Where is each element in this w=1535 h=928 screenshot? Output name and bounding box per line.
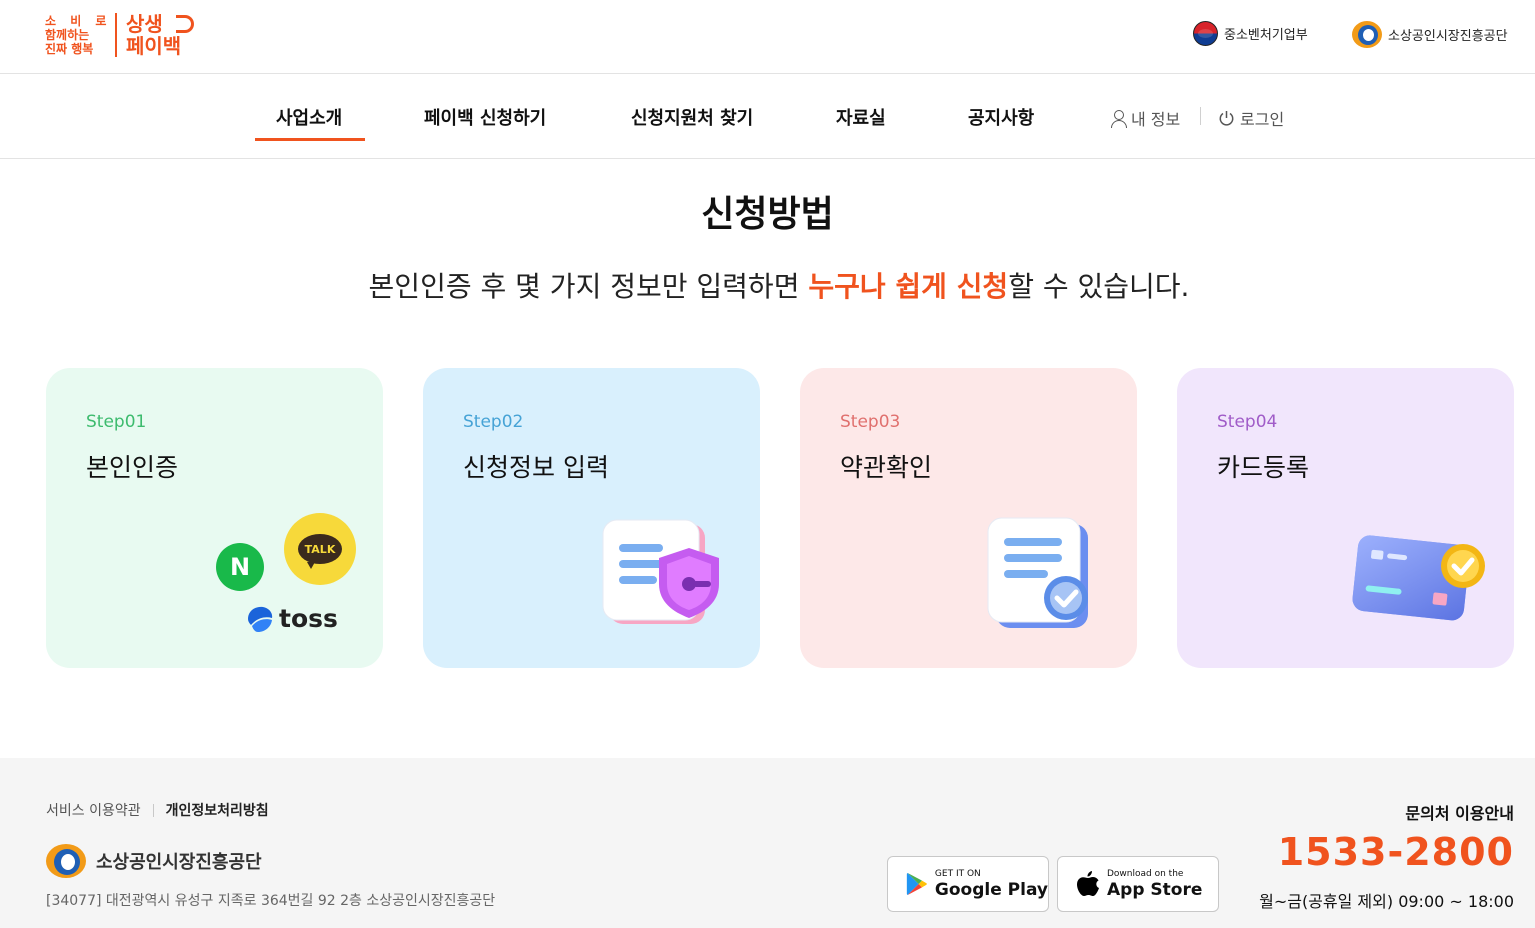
- semas-logo-icon: [46, 844, 86, 878]
- contact-title: 문의처 이용안내: [1405, 804, 1514, 823]
- subtitle-highlight: 누구나 쉽게 신청: [808, 270, 1009, 303]
- logo-divider: [115, 13, 117, 57]
- step-title: 본인인증: [86, 453, 179, 482]
- toss-logo: toss: [245, 604, 338, 633]
- privacy-policy-link[interactable]: 개인정보처리방침: [166, 800, 269, 820]
- nav-item-business-intro[interactable]: 사업소개: [276, 104, 342, 130]
- credit-card-icon: [1352, 535, 1485, 621]
- partner-mss-link[interactable]: 중소벤처기업부: [1193, 21, 1308, 46]
- nav-item-support-finder[interactable]: 신청지원처 찾기: [631, 104, 753, 130]
- kakaotalk-icon: TALK: [284, 513, 356, 585]
- step-card-4: Step04 카드등록: [1177, 368, 1514, 668]
- logo-slogan-line3: 진짜 행복: [45, 42, 94, 56]
- main-nav: 사업소개 페이백 신청하기 신청지원처 찾기 자료실 공지사항 내 정보 로그인: [0, 74, 1535, 159]
- page-subtitle: 본인인증 후 몇 가지 정보만 입력하면 누구나 쉽게 신청할 수 있습니다.: [0, 265, 1535, 305]
- footer-org: 소상공인시장진흥공단: [46, 844, 262, 878]
- logo-slogan-line2: 함께하는: [45, 28, 90, 42]
- footer-address: [34077] 대전광역시 유성구 지족로 364번길 92 2층 소상공인시장…: [46, 893, 496, 909]
- my-info-link[interactable]: 내 정보: [1110, 106, 1180, 130]
- subtitle-text-end: 할 수 있습니다.: [1008, 270, 1190, 303]
- footer-link-divider: [152, 803, 154, 817]
- google-play-label: Google Play: [934, 879, 1048, 900]
- top-bar: 소 비 로 함께하는 진짜 행복 상생 페이백 중소벤처기업부 소상공인시장진흥…: [0, 0, 1535, 74]
- google-play-small-label: GET IT ON: [934, 868, 981, 879]
- step-number: Step04: [1217, 412, 1278, 432]
- google-play-button[interactable]: GET IT ON Google Play: [887, 856, 1049, 912]
- step-card-2: Step02 신청정보 입력: [423, 368, 760, 668]
- toss-icon: [248, 606, 273, 632]
- partner-semas-link[interactable]: 소상공인시장진흥공단: [1352, 21, 1508, 48]
- document-shield-icon: [602, 519, 719, 624]
- step-number: Step02: [463, 412, 524, 432]
- toss-wordmark: toss: [279, 604, 338, 633]
- nav-item-payback-apply[interactable]: 페이백 신청하기: [424, 104, 546, 130]
- apple-icon: [1077, 871, 1099, 896]
- naver-icon: N: [216, 543, 264, 591]
- app-store-label: App Store: [1107, 879, 1203, 900]
- login-link[interactable]: 로그인: [1218, 106, 1284, 130]
- logo-wordmark-line2: 페이백: [126, 34, 182, 58]
- google-play-icon: [906, 873, 927, 895]
- footer-org-name: 소상공인시장진흥공단: [96, 852, 262, 873]
- nav-item-notices[interactable]: 공지사항: [968, 104, 1034, 130]
- logo-wordmark: 상생 페이백: [126, 12, 194, 58]
- logo-wordmark-line1: 상생: [126, 12, 163, 36]
- partner-semas-label: 소상공인시장진흥공단: [1388, 29, 1508, 44]
- nav-item-resources[interactable]: 자료실: [836, 104, 886, 130]
- partner-mss-label: 중소벤처기업부: [1224, 28, 1308, 43]
- step-number: Step01: [86, 412, 147, 432]
- semas-logo-icon: [1352, 21, 1382, 48]
- page-title: 신청방법: [701, 194, 834, 235]
- step-title: 카드등록: [1217, 453, 1310, 482]
- contact-hours: 월~금(공휴일 제외) 09:00 ~ 18:00: [1259, 892, 1514, 911]
- taegeuk-icon: [1193, 21, 1218, 46]
- nav-active-indicator: [255, 138, 365, 141]
- nav-divider: [1200, 107, 1201, 125]
- terms-link[interactable]: 서비스 이용약관: [46, 800, 141, 820]
- contact-phone[interactable]: 1533-2800: [1278, 830, 1514, 874]
- kakaotalk-bubble-label: TALK: [298, 534, 342, 569]
- footer: 서비스 이용약관 개인정보처리방침 소상공인시장진흥공단 [34077] 대전광…: [0, 758, 1535, 928]
- person-icon: [1110, 109, 1127, 128]
- site-logo[interactable]: 소 비 로 함께하는 진짜 행복 상생 페이백: [45, 10, 194, 60]
- step-number: Step03: [840, 412, 901, 432]
- my-info-label: 내 정보: [1131, 110, 1181, 129]
- step-card-1: Step01 본인인증 N TALK toss: [46, 368, 383, 668]
- document-check-icon: [987, 517, 1088, 628]
- subtitle-text: 본인인증 후 몇 가지 정보만 입력하면: [368, 270, 809, 303]
- step-card-3: Step03 약관확인: [800, 368, 1137, 668]
- app-store-button[interactable]: Download on the App Store: [1057, 856, 1219, 912]
- login-label: 로그인: [1240, 110, 1285, 129]
- logo-slogan: 소 비 로 함께하는 진짜 행복: [45, 14, 107, 56]
- step-title: 신청정보 입력: [463, 453, 609, 482]
- step-title: 약관확인: [840, 453, 933, 482]
- logo-hook-icon: [176, 15, 194, 33]
- logo-slogan-line1: 소 비 로: [45, 14, 112, 28]
- footer-links: 서비스 이용약관 개인정보처리방침: [46, 800, 269, 820]
- power-icon: [1219, 110, 1234, 126]
- app-store-small-label: Download on the: [1107, 868, 1184, 879]
